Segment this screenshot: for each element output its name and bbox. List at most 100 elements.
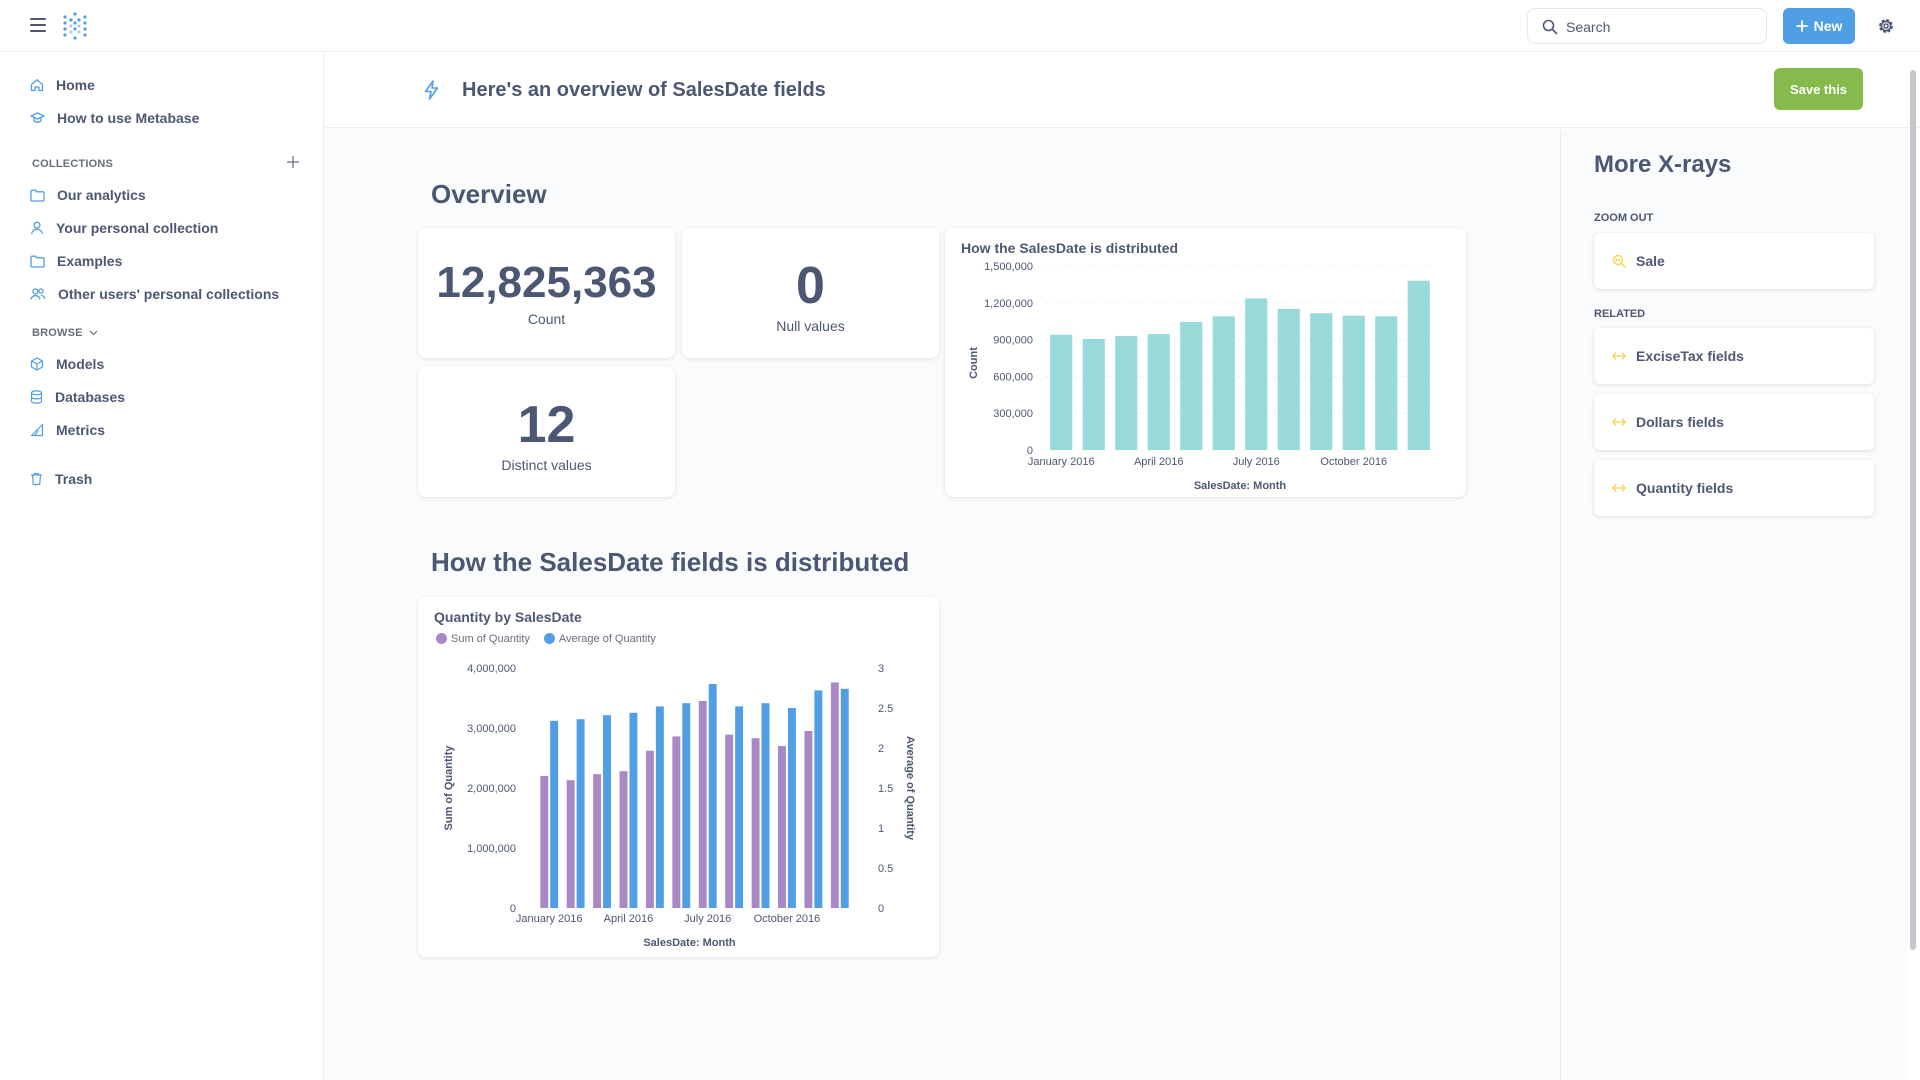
sidebar-item-our-analytics[interactable]: Our analytics bbox=[30, 181, 146, 209]
y-right-tick-label: 1.5 bbox=[878, 783, 893, 795]
count-value: 12,825,363 bbox=[436, 258, 657, 307]
y-right-tick-label: 2.5 bbox=[878, 703, 893, 715]
bar bbox=[1310, 313, 1333, 450]
x-tick-label: October 2016 bbox=[754, 913, 821, 925]
sidebar-toggle-icon[interactable] bbox=[30, 18, 46, 32]
bar bbox=[1245, 298, 1268, 450]
x-tick-label: April 2016 bbox=[1134, 456, 1184, 468]
bar-sum-of-quantity bbox=[725, 734, 734, 908]
y-tick-label: 1,500,000 bbox=[984, 261, 1033, 273]
x-axis-label: SalesDate: Month bbox=[643, 937, 736, 949]
bar-average-of-quantity bbox=[787, 708, 796, 908]
group-icon bbox=[30, 288, 46, 300]
gear-icon[interactable] bbox=[1876, 16, 1896, 36]
sidebar-item-label: Models bbox=[56, 356, 105, 372]
sidebar-item-label: Our analytics bbox=[57, 187, 146, 203]
bar-sum-of-quantity bbox=[593, 774, 602, 908]
y-tick-label: 1,000,000 bbox=[467, 843, 516, 855]
y-tick-label: 1,200,000 bbox=[984, 298, 1033, 310]
folder-icon bbox=[30, 189, 45, 202]
distinct-values-label: Distinct values bbox=[501, 457, 592, 473]
sidebar-item-personal-collection[interactable]: Your personal collection bbox=[30, 214, 218, 242]
x-tick-label: April 2016 bbox=[604, 913, 654, 925]
new-button-label: New bbox=[1813, 18, 1843, 34]
bar bbox=[1212, 316, 1235, 450]
person-icon bbox=[30, 221, 44, 235]
browse-section-label[interactable]: BROWSE bbox=[32, 327, 98, 339]
top-navbar: New bbox=[0, 0, 1920, 52]
metric-icon bbox=[30, 423, 44, 437]
bar bbox=[1342, 315, 1365, 450]
bar bbox=[1082, 338, 1105, 450]
y-right-axis-label: Average of Quantity bbox=[904, 736, 916, 841]
bar-sum-of-quantity bbox=[778, 746, 786, 908]
zoom-out-icon bbox=[1612, 254, 1626, 268]
metabase-logo-icon[interactable] bbox=[60, 12, 90, 42]
y-axis-label: Count bbox=[968, 347, 980, 379]
search-input[interactable] bbox=[1566, 17, 1756, 37]
scrollbar-thumb[interactable] bbox=[1910, 70, 1916, 950]
bar-average-of-quantity bbox=[761, 703, 770, 908]
bar-average-of-quantity bbox=[735, 706, 744, 908]
bar-sum-of-quantity bbox=[830, 682, 839, 908]
save-this-button[interactable]: Save this bbox=[1774, 68, 1863, 110]
sidebar-item-metrics[interactable]: Metrics bbox=[30, 416, 105, 444]
add-collection-plus-icon[interactable] bbox=[285, 154, 301, 170]
sidebar-item-how-to-use[interactable]: How to use Metabase bbox=[30, 104, 199, 132]
search-bar[interactable] bbox=[1527, 8, 1767, 44]
sidebar-item-trash[interactable]: Trash bbox=[30, 465, 92, 493]
connections-icon bbox=[1612, 418, 1626, 426]
new-button[interactable]: New bbox=[1783, 8, 1855, 44]
sidebar-item-models[interactable]: Models bbox=[30, 350, 104, 378]
zoom-out-label: ZOOM OUT bbox=[1594, 212, 1654, 224]
bar-average-of-quantity bbox=[682, 703, 691, 908]
sidebar-item-label: Your personal collection bbox=[56, 220, 219, 236]
bar bbox=[1375, 316, 1398, 450]
distinct-values-value: 12 bbox=[517, 396, 576, 454]
x-tick-label: January 2016 bbox=[516, 913, 583, 925]
connections-icon bbox=[1612, 352, 1626, 360]
xray-link-quantity[interactable]: Quantity fields bbox=[1594, 460, 1874, 516]
null-values-value: 0 bbox=[796, 257, 825, 315]
null-values-label: Null values bbox=[776, 318, 845, 334]
bar-average-of-quantity bbox=[840, 688, 849, 908]
sidebar-item-other-users-collections[interactable]: Other users' personal collections bbox=[30, 280, 279, 308]
overview-section-title: Overview bbox=[431, 179, 547, 209]
page-scrollbar[interactable] bbox=[1908, 58, 1918, 1080]
count-card[interactable]: 12,825,363 Count bbox=[418, 228, 675, 358]
bar-sum-of-quantity bbox=[540, 776, 549, 908]
bar bbox=[1407, 280, 1430, 450]
y-right-tick-label: 3 bbox=[878, 663, 884, 675]
bolt-icon bbox=[424, 80, 439, 100]
database-icon bbox=[30, 390, 43, 404]
x-axis-label: SalesDate: Month bbox=[1194, 480, 1287, 492]
y-right-tick-label: 2 bbox=[878, 743, 884, 755]
bar-average-of-quantity bbox=[576, 719, 585, 908]
xray-link-dollars[interactable]: Dollars fields bbox=[1594, 394, 1874, 450]
xray-link-excisetax[interactable]: ExciseTax fields bbox=[1594, 328, 1874, 384]
null-values-card[interactable]: 0 Null values bbox=[682, 228, 939, 358]
sidebar-item-home[interactable]: Home bbox=[30, 71, 95, 99]
plus-icon bbox=[1795, 20, 1808, 32]
quantity-by-salesdate-card[interactable]: Quantity by SalesDate Sum of Quantity Av… bbox=[418, 597, 939, 957]
bar-average-of-quantity bbox=[603, 715, 611, 908]
y-right-tick-label: 0.5 bbox=[878, 863, 893, 875]
sidebar-item-label: Home bbox=[56, 77, 95, 93]
y-right-tick-label: 1 bbox=[878, 823, 884, 835]
trash-icon bbox=[31, 472, 42, 486]
bar bbox=[1147, 334, 1170, 450]
bar-sum-of-quantity bbox=[645, 750, 654, 908]
distinct-values-card[interactable]: 12 Distinct values bbox=[418, 367, 675, 497]
xray-link-sale[interactable]: Sale bbox=[1594, 233, 1874, 289]
y-tick-label: 600,000 bbox=[993, 371, 1033, 383]
home-icon bbox=[30, 79, 44, 92]
sidebar-item-examples[interactable]: Examples bbox=[30, 247, 122, 275]
bar bbox=[1180, 321, 1203, 450]
bar-sum-of-quantity bbox=[566, 780, 575, 908]
sidebar-item-databases[interactable]: Databases bbox=[30, 383, 125, 411]
y-tick-label: 4,000,000 bbox=[467, 663, 516, 675]
salesdate-distribution-card[interactable]: How the SalesDate is distributed 0 300,00… bbox=[945, 228, 1466, 497]
bar bbox=[1115, 335, 1138, 450]
y-right-tick-label: 0 bbox=[878, 903, 884, 915]
sidebar-item-label: Databases bbox=[55, 389, 126, 405]
